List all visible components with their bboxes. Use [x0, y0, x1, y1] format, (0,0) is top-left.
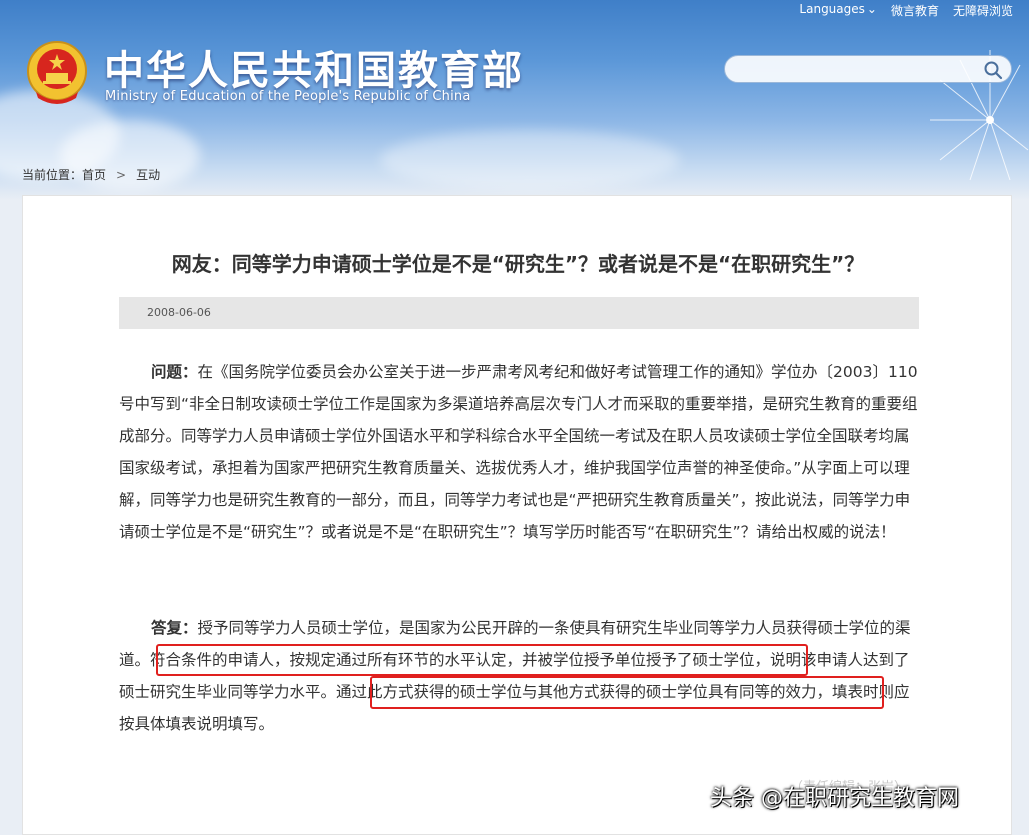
languages-link[interactable]: Languages: [799, 2, 864, 19]
site-header: Languages ⌄ 微言教育 无障碍浏览 中华人民共和国教育部 Minist…: [0, 0, 1029, 200]
search-input[interactable]: [737, 59, 981, 81]
watermark: 头条 @在职研究生教育网: [710, 786, 959, 811]
breadcrumb-home-link[interactable]: 首页: [82, 166, 106, 183]
cloud-decoration: [380, 130, 680, 190]
search-icon[interactable]: [983, 60, 1003, 80]
search-box: [724, 55, 1012, 83]
question-paragraph: 问题：在《国务院学位委员会办公室关于进一步严肃考风考纪和做好考试管理工作的通知》…: [119, 356, 919, 548]
answer-label: 答复：: [151, 619, 198, 637]
breadcrumb: 当前位置： 首页 > 互动: [22, 166, 160, 183]
publish-date: 2008-06-06: [147, 306, 211, 319]
breadcrumb-prefix: 当前位置：: [22, 168, 83, 182]
article-panel: 网友：同等学力申请硕士学位是不是“研究生”？或者说是不是“在职研究生”？ 200…: [22, 195, 1012, 835]
question-text: 在《国务院学位委员会办公室关于进一步严肃考风考纪和做好考试管理工作的通知》学位办…: [119, 363, 918, 541]
site-title: 中华人民共和国教育部: [104, 47, 524, 94]
top-links: Languages ⌄ 微言教育 无障碍浏览: [799, 2, 1013, 19]
question-label: 问题：: [151, 363, 198, 381]
date-bar: 2008-06-06: [119, 297, 919, 329]
breadcrumb-interact-link[interactable]: 互动: [136, 166, 160, 183]
weiyan-link[interactable]: 微言教育: [891, 2, 939, 19]
article-title: 网友：同等学力申请硕士学位是不是“研究生”？或者说是不是“在职研究生”？: [171, 252, 865, 276]
accessibility-link[interactable]: 无障碍浏览: [953, 2, 1013, 19]
chevron-right-icon: >: [116, 167, 127, 182]
highlight-box: [370, 676, 884, 709]
chevron-down-icon: ⌄: [866, 2, 877, 16]
site-subtitle: Ministry of Education of the People's Re…: [105, 89, 471, 104]
national-emblem-icon: [27, 41, 87, 104]
highlight-box: [156, 644, 808, 676]
